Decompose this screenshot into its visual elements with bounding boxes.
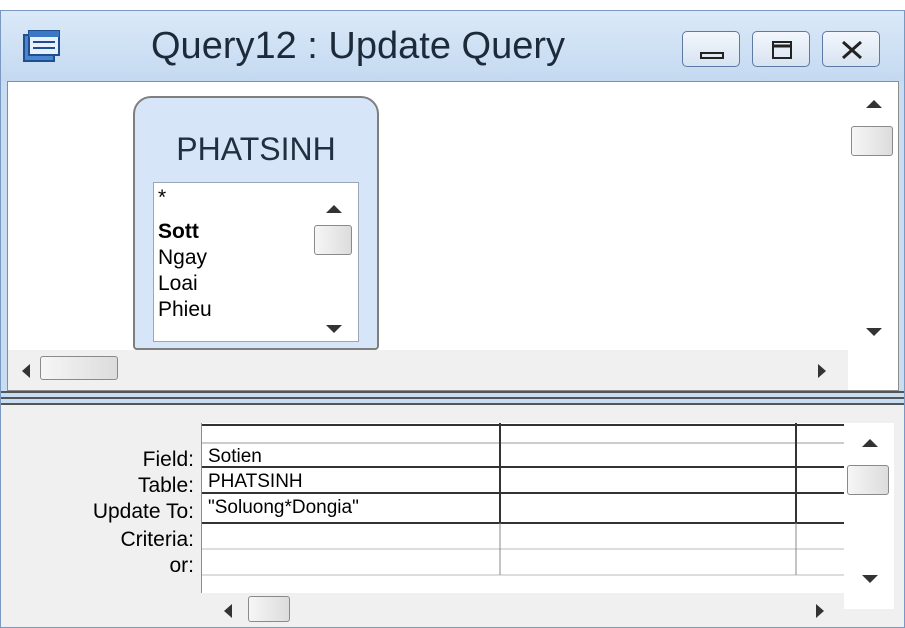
maximize-button[interactable] (752, 31, 810, 67)
grid-cell-update-to[interactable]: "Soluong*Dongia" (202, 496, 498, 520)
field-item[interactable]: Sott (158, 219, 199, 245)
grid-cell-or[interactable] (202, 552, 498, 574)
row-label-table: Table: (137, 474, 194, 497)
scroll-left-icon[interactable] (20, 362, 32, 380)
field-item[interactable]: * (158, 185, 166, 211)
minimize-button[interactable] (682, 31, 740, 67)
grid-cell-table[interactable]: PHATSINH (202, 470, 498, 494)
design-vertical-scrollbar[interactable] (848, 82, 898, 350)
grid-cell-field[interactable]: Sotien (202, 445, 498, 469)
scroll-left-icon[interactable] (222, 602, 234, 620)
table-name: PHATSINH (176, 131, 336, 167)
grid-cell-criteria[interactable] (502, 526, 794, 548)
table-design-area: PHATSINH * Sott Ngay Loai Phieu (7, 81, 899, 391)
grid-vertical-scrollbar[interactable] (844, 423, 894, 609)
scroll-down-icon[interactable] (860, 573, 880, 585)
field-list[interactable]: * Sott Ngay Loai Phieu (153, 182, 359, 342)
table-field-list-window[interactable]: PHATSINH * Sott Ngay Loai Phieu (133, 96, 379, 350)
grid-cell-field[interactable] (502, 445, 794, 467)
splitter-line (1, 397, 904, 399)
minimize-icon (700, 52, 724, 59)
pane-splitter[interactable] (1, 391, 904, 405)
design-horizontal-scrollbar[interactable] (8, 350, 848, 390)
scroll-up-icon[interactable] (324, 203, 344, 215)
query-design-grid: Sotien PHATSINH "Soluong*Dongia" (201, 423, 845, 627)
scroll-right-icon[interactable] (814, 602, 826, 620)
window-title: Query12 : Update Query (151, 25, 565, 67)
title-bar[interactable]: Query12 : Update Query (1, 11, 904, 81)
scroll-thumb[interactable] (314, 225, 352, 255)
grid-horizontal-scrollbar[interactable] (202, 593, 845, 627)
query-window: Query12 : Update Query PHATSINH * Sott N… (0, 10, 905, 628)
field-item[interactable]: Phieu (158, 297, 212, 323)
scroll-thumb[interactable] (851, 126, 893, 156)
scroll-up-icon[interactable] (864, 98, 884, 110)
grid-cell-criteria[interactable] (202, 526, 498, 548)
design-grid-pane: Field: Table: Update To: Criteria: or: S… (1, 405, 904, 627)
query-window-icon (23, 30, 60, 62)
row-label-update-to: Update To: (92, 500, 194, 523)
field-list-scrollbar[interactable] (312, 183, 358, 341)
scroll-up-icon[interactable] (860, 437, 880, 449)
grid-cell-table[interactable] (502, 470, 794, 492)
close-button[interactable] (822, 31, 880, 67)
field-item[interactable]: Loai (158, 271, 198, 297)
row-label-or: or: (169, 554, 194, 577)
row-label-field: Field: (142, 448, 194, 471)
grid-cell-or[interactable] (502, 552, 794, 574)
field-item[interactable]: Ngay (158, 245, 207, 271)
scroll-right-icon[interactable] (816, 362, 828, 380)
grid-cell-update-to[interactable] (502, 496, 794, 518)
scroll-thumb[interactable] (248, 596, 290, 622)
close-icon (842, 40, 862, 60)
row-label-criteria: Criteria: (120, 528, 194, 551)
maximize-icon (772, 41, 792, 59)
scroll-thumb[interactable] (40, 356, 118, 380)
scroll-down-icon[interactable] (324, 323, 344, 335)
scroll-thumb[interactable] (847, 465, 889, 495)
scroll-down-icon[interactable] (864, 326, 884, 338)
